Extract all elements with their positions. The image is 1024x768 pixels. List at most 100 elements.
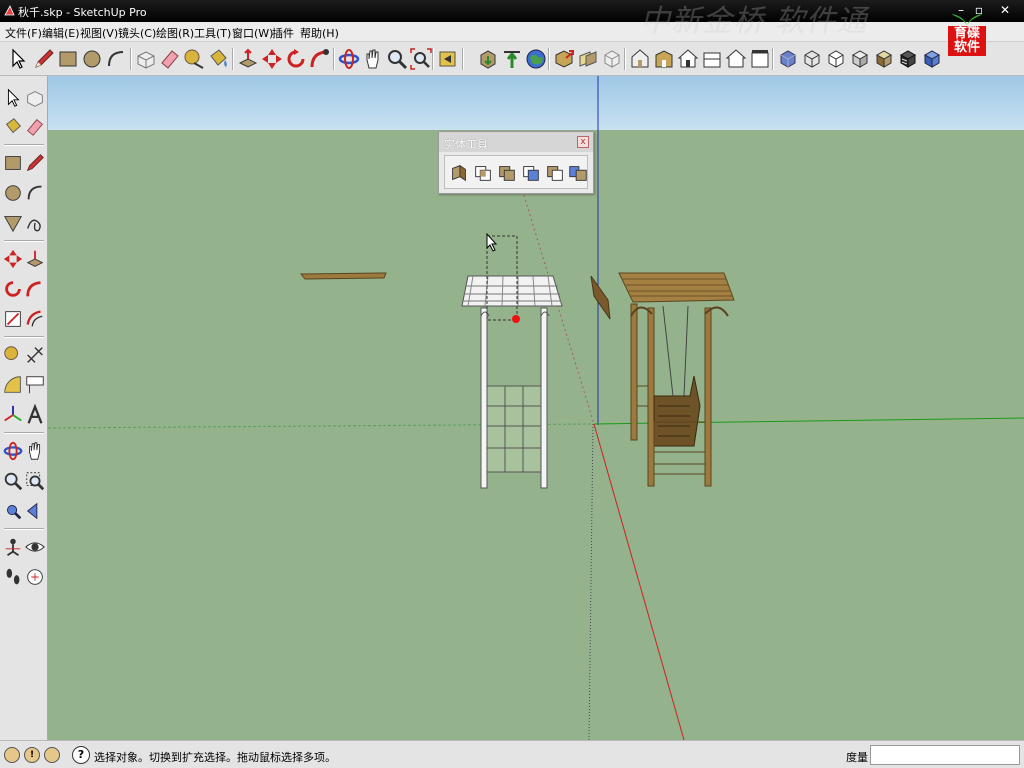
get-models-icon[interactable] (476, 47, 500, 71)
zoom-icon[interactable] (2, 470, 24, 492)
rotate-icon[interactable] (2, 278, 24, 300)
move-icon[interactable] (260, 47, 284, 71)
trim-icon[interactable] (544, 162, 566, 184)
selection-grip[interactable] (512, 315, 520, 323)
follow-me-icon[interactable] (308, 47, 332, 71)
menu-view[interactable]: 视图(V) (80, 25, 118, 41)
swing-frame-wood[interactable] (618, 272, 735, 487)
swing-frame-white[interactable] (461, 235, 563, 489)
solid-tools-row (444, 155, 588, 189)
protractor-icon[interactable] (2, 374, 24, 396)
shaded-icon[interactable] (848, 47, 872, 71)
walk-icon[interactable] (2, 566, 24, 588)
right-view-icon[interactable] (676, 47, 700, 71)
menu-camera[interactable]: 镜头(C) (118, 25, 156, 41)
orbit-icon[interactable] (337, 47, 361, 71)
toolbar-separator (4, 144, 44, 146)
orbit-icon[interactable] (2, 440, 24, 462)
xray-icon[interactable] (776, 47, 800, 71)
3d-text-icon[interactable] (24, 404, 46, 426)
wireframe-icon[interactable] (800, 47, 824, 71)
scale-icon[interactable] (2, 308, 24, 330)
move-icon[interactable] (2, 248, 24, 270)
section-plane-icon[interactable] (24, 566, 46, 588)
front-view-icon[interactable] (652, 47, 676, 71)
previous-view-icon[interactable] (436, 47, 460, 71)
menu-edit[interactable]: 编辑(E) (42, 25, 80, 41)
eraser-icon[interactable] (24, 116, 46, 138)
intersect-icon[interactable] (472, 162, 494, 184)
close-button[interactable]: ✕ (997, 2, 1013, 18)
rectangle-icon[interactable] (2, 152, 24, 174)
rectangle-icon[interactable] (56, 47, 80, 71)
paint-bucket-icon[interactable] (2, 116, 24, 138)
make-component-icon[interactable] (24, 87, 46, 109)
menu-tools[interactable]: 工具(T) (194, 25, 231, 41)
subtract-icon[interactable] (520, 162, 542, 184)
follow-me-icon[interactable] (24, 278, 46, 300)
push-pull-icon[interactable] (24, 248, 46, 270)
circle-icon[interactable] (80, 47, 104, 71)
tape-measure-icon[interactable] (182, 47, 206, 71)
top-view-icon[interactable] (628, 47, 652, 71)
zoom-window-icon[interactable] (24, 470, 46, 492)
axes-icon[interactable] (2, 404, 24, 426)
eraser-icon[interactable] (158, 47, 182, 71)
text-icon[interactable] (24, 374, 46, 396)
pan-icon[interactable] (24, 440, 46, 462)
rotate-icon[interactable] (284, 47, 308, 71)
freehand-icon[interactable] (24, 212, 46, 234)
zoom-icon[interactable] (385, 47, 409, 71)
union-icon[interactable] (496, 162, 518, 184)
pan-icon[interactable] (361, 47, 385, 71)
blue-axis-dashed (588, 423, 594, 740)
split-icon[interactable] (567, 162, 589, 184)
solid-tools-header[interactable]: 实体工具 x (439, 132, 593, 152)
paint-bucket-icon[interactable] (206, 47, 230, 71)
window-title: 秋千.skp - SketchUp Pro (18, 6, 147, 19)
hidden-line-icon[interactable] (824, 47, 848, 71)
outer-shell-icon[interactable] (448, 162, 470, 184)
zoom-extents-icon[interactable] (409, 47, 433, 71)
menu-help[interactable]: 帮助(H) (300, 25, 339, 41)
shaded-texture-icon[interactable] (872, 47, 896, 71)
pencil-icon[interactable] (24, 152, 46, 174)
polygon-icon[interactable] (2, 212, 24, 234)
make-component-icon[interactable] (134, 47, 158, 71)
google-earth-icon[interactable] (524, 47, 548, 71)
offset-icon[interactable] (24, 308, 46, 330)
iso-view-icon[interactable] (600, 47, 624, 71)
color-by-layer-icon[interactable] (920, 47, 944, 71)
geo-location-icon[interactable] (4, 747, 20, 763)
help-icon[interactable]: ? (72, 746, 90, 764)
menu-plugins[interactable]: 插件 (272, 25, 294, 41)
previous-view-icon[interactable] (24, 500, 46, 522)
select-icon[interactable] (6, 47, 30, 71)
zoom-extents-icon[interactable] (2, 500, 24, 522)
tape-measure-icon[interactable] (2, 344, 24, 366)
section-icon[interactable] (576, 47, 600, 71)
measurements-input[interactable] (870, 745, 1020, 765)
arc-icon[interactable] (24, 182, 46, 204)
component-icon[interactable] (552, 47, 576, 71)
push-pull-icon[interactable] (236, 47, 260, 71)
pencil-icon[interactable] (32, 47, 56, 71)
menu-draw[interactable]: 绘图(R) (156, 25, 194, 41)
arc-icon[interactable] (104, 47, 128, 71)
select-icon[interactable] (2, 87, 24, 109)
share-model-icon[interactable] (500, 47, 524, 71)
logo-leaf-icon (952, 14, 982, 25)
dimension-icon[interactable] (24, 344, 46, 366)
look-around-icon[interactable] (24, 536, 46, 558)
monochrome-icon[interactable] (896, 47, 920, 71)
left-view-icon[interactable] (724, 47, 748, 71)
circle-icon[interactable] (2, 182, 24, 204)
solid-tools-close-button[interactable]: x (577, 136, 589, 148)
position-camera-icon[interactable] (2, 536, 24, 558)
bottom-view-icon[interactable] (748, 47, 772, 71)
back-view-icon[interactable] (700, 47, 724, 71)
menu-window[interactable]: 窗口(W) (232, 25, 273, 41)
user-icon[interactable] (44, 747, 60, 763)
credits-icon[interactable]: ! (24, 747, 40, 763)
menu-file[interactable]: 文件(F) (5, 25, 42, 41)
